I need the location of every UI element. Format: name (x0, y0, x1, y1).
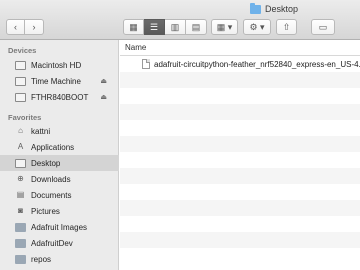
document-icon (142, 59, 150, 69)
folder-icon (15, 238, 26, 248)
list-view-button[interactable]: ☰ (144, 19, 165, 35)
sidebar-item-adafruitdev[interactable]: AdafruitDev (0, 235, 119, 251)
sidebar-item-label: Pictures (31, 206, 60, 216)
hard-drive-icon (15, 60, 26, 70)
folder-icon (15, 222, 26, 232)
folder-icon (15, 254, 26, 264)
empty-row (120, 248, 360, 264)
sidebar-item-label: Adafruit Images (31, 222, 88, 232)
sidebar-item-time-machine[interactable]: Time Machine ⏏ (0, 73, 119, 89)
window-title-text: Desktop (265, 4, 299, 14)
sidebar-item-macintosh-hd[interactable]: Macintosh HD (0, 57, 119, 73)
applications-icon: A (17, 142, 24, 151)
view-mode-buttons: ▦ ☰ ▥ ▤ (123, 19, 207, 35)
sidebar-item-label: Downloads (31, 174, 71, 184)
file-list: Name adafruit-circuitpython-feather_nrf5… (120, 40, 360, 270)
sidebar-item-adafruit-images[interactable]: Adafruit Images (0, 219, 119, 235)
empty-row (120, 88, 360, 104)
file-row[interactable]: adafruit-circuitpython-feather_nrf52840_… (120, 56, 360, 72)
file-name: adafruit-circuitpython-feather_nrf52840_… (154, 59, 360, 69)
sidebar-item-label: AdafruitDev (31, 238, 73, 248)
back-button[interactable]: ‹ (6, 19, 25, 35)
empty-row (120, 168, 360, 184)
empty-row (120, 232, 360, 248)
sidebar-item-label: repos (31, 254, 52, 264)
sidebar-item-label: Time Machine (31, 76, 81, 86)
empty-row (120, 72, 360, 88)
sidebar-item-applications[interactable]: A Applications (0, 139, 119, 155)
home-icon: ⌂ (18, 126, 23, 135)
folder-icon (250, 2, 261, 14)
external-drive-icon (15, 92, 26, 102)
external-drive-icon (15, 76, 26, 86)
empty-row (120, 200, 360, 216)
action-button[interactable]: ⚙ ▾ (243, 19, 271, 35)
empty-row (120, 136, 360, 152)
sidebar-item-fthr840boot[interactable]: FTHR840BOOT ⏏ (0, 89, 119, 105)
sidebar-item-pictures[interactable]: ◙ Pictures (0, 203, 119, 219)
cover-flow-view-button[interactable]: ▤ (186, 19, 207, 35)
window-title: Desktop (250, 2, 299, 15)
sidebar-item-documents[interactable]: ▤ Documents (0, 187, 119, 203)
toolbar: Desktop ‹ › ▦ ☰ ▥ ▤ ▦ ▾ ⚙ ▾ ⇧ ▭ (0, 0, 360, 40)
empty-row (120, 104, 360, 120)
sidebar-item-label: Documents (31, 190, 72, 200)
sidebar-item-label: Desktop (31, 158, 61, 168)
forward-button[interactable]: › (25, 19, 44, 35)
desktop-icon (15, 158, 26, 168)
eject-icon[interactable]: ⏏ (100, 93, 107, 101)
documents-icon: ▤ (16, 190, 25, 199)
sidebar-item-desktop[interactable]: Desktop (0, 155, 119, 171)
devices-header: Devices (8, 46, 37, 55)
sidebar-item-downloads[interactable]: ⊕ Downloads (0, 171, 119, 187)
downloads-icon: ⊕ (17, 174, 24, 183)
empty-row (120, 120, 360, 136)
sidebar-item-kattni[interactable]: ⌂ kattni (0, 123, 119, 139)
sidebar-item-repos[interactable]: repos (0, 251, 119, 267)
empty-row (120, 216, 360, 232)
empty-row (120, 152, 360, 168)
share-button[interactable]: ⇧ (276, 19, 297, 35)
icon-view-button[interactable]: ▦ (123, 19, 144, 35)
favorites-header: Favorites (8, 113, 42, 122)
name-column-header[interactable]: Name (120, 40, 360, 56)
arrange-button[interactable]: ▦ ▾ (211, 19, 238, 35)
eject-icon[interactable]: ⏏ (100, 77, 107, 85)
column-view-button[interactable]: ▥ (165, 19, 186, 35)
sidebar-item-label: Applications (31, 142, 75, 152)
sidebar: Devices Macintosh HD Time Machine ⏏ FTHR… (0, 40, 119, 270)
sidebar-item-label: kattni (31, 126, 51, 136)
tags-button[interactable]: ▭ (311, 19, 335, 35)
empty-row (120, 184, 360, 200)
sidebar-item-label: Macintosh HD (31, 60, 82, 70)
pictures-icon: ◙ (18, 206, 23, 215)
navigation-buttons: ‹ › (6, 19, 44, 35)
sidebar-item-label: FTHR840BOOT (31, 92, 89, 102)
